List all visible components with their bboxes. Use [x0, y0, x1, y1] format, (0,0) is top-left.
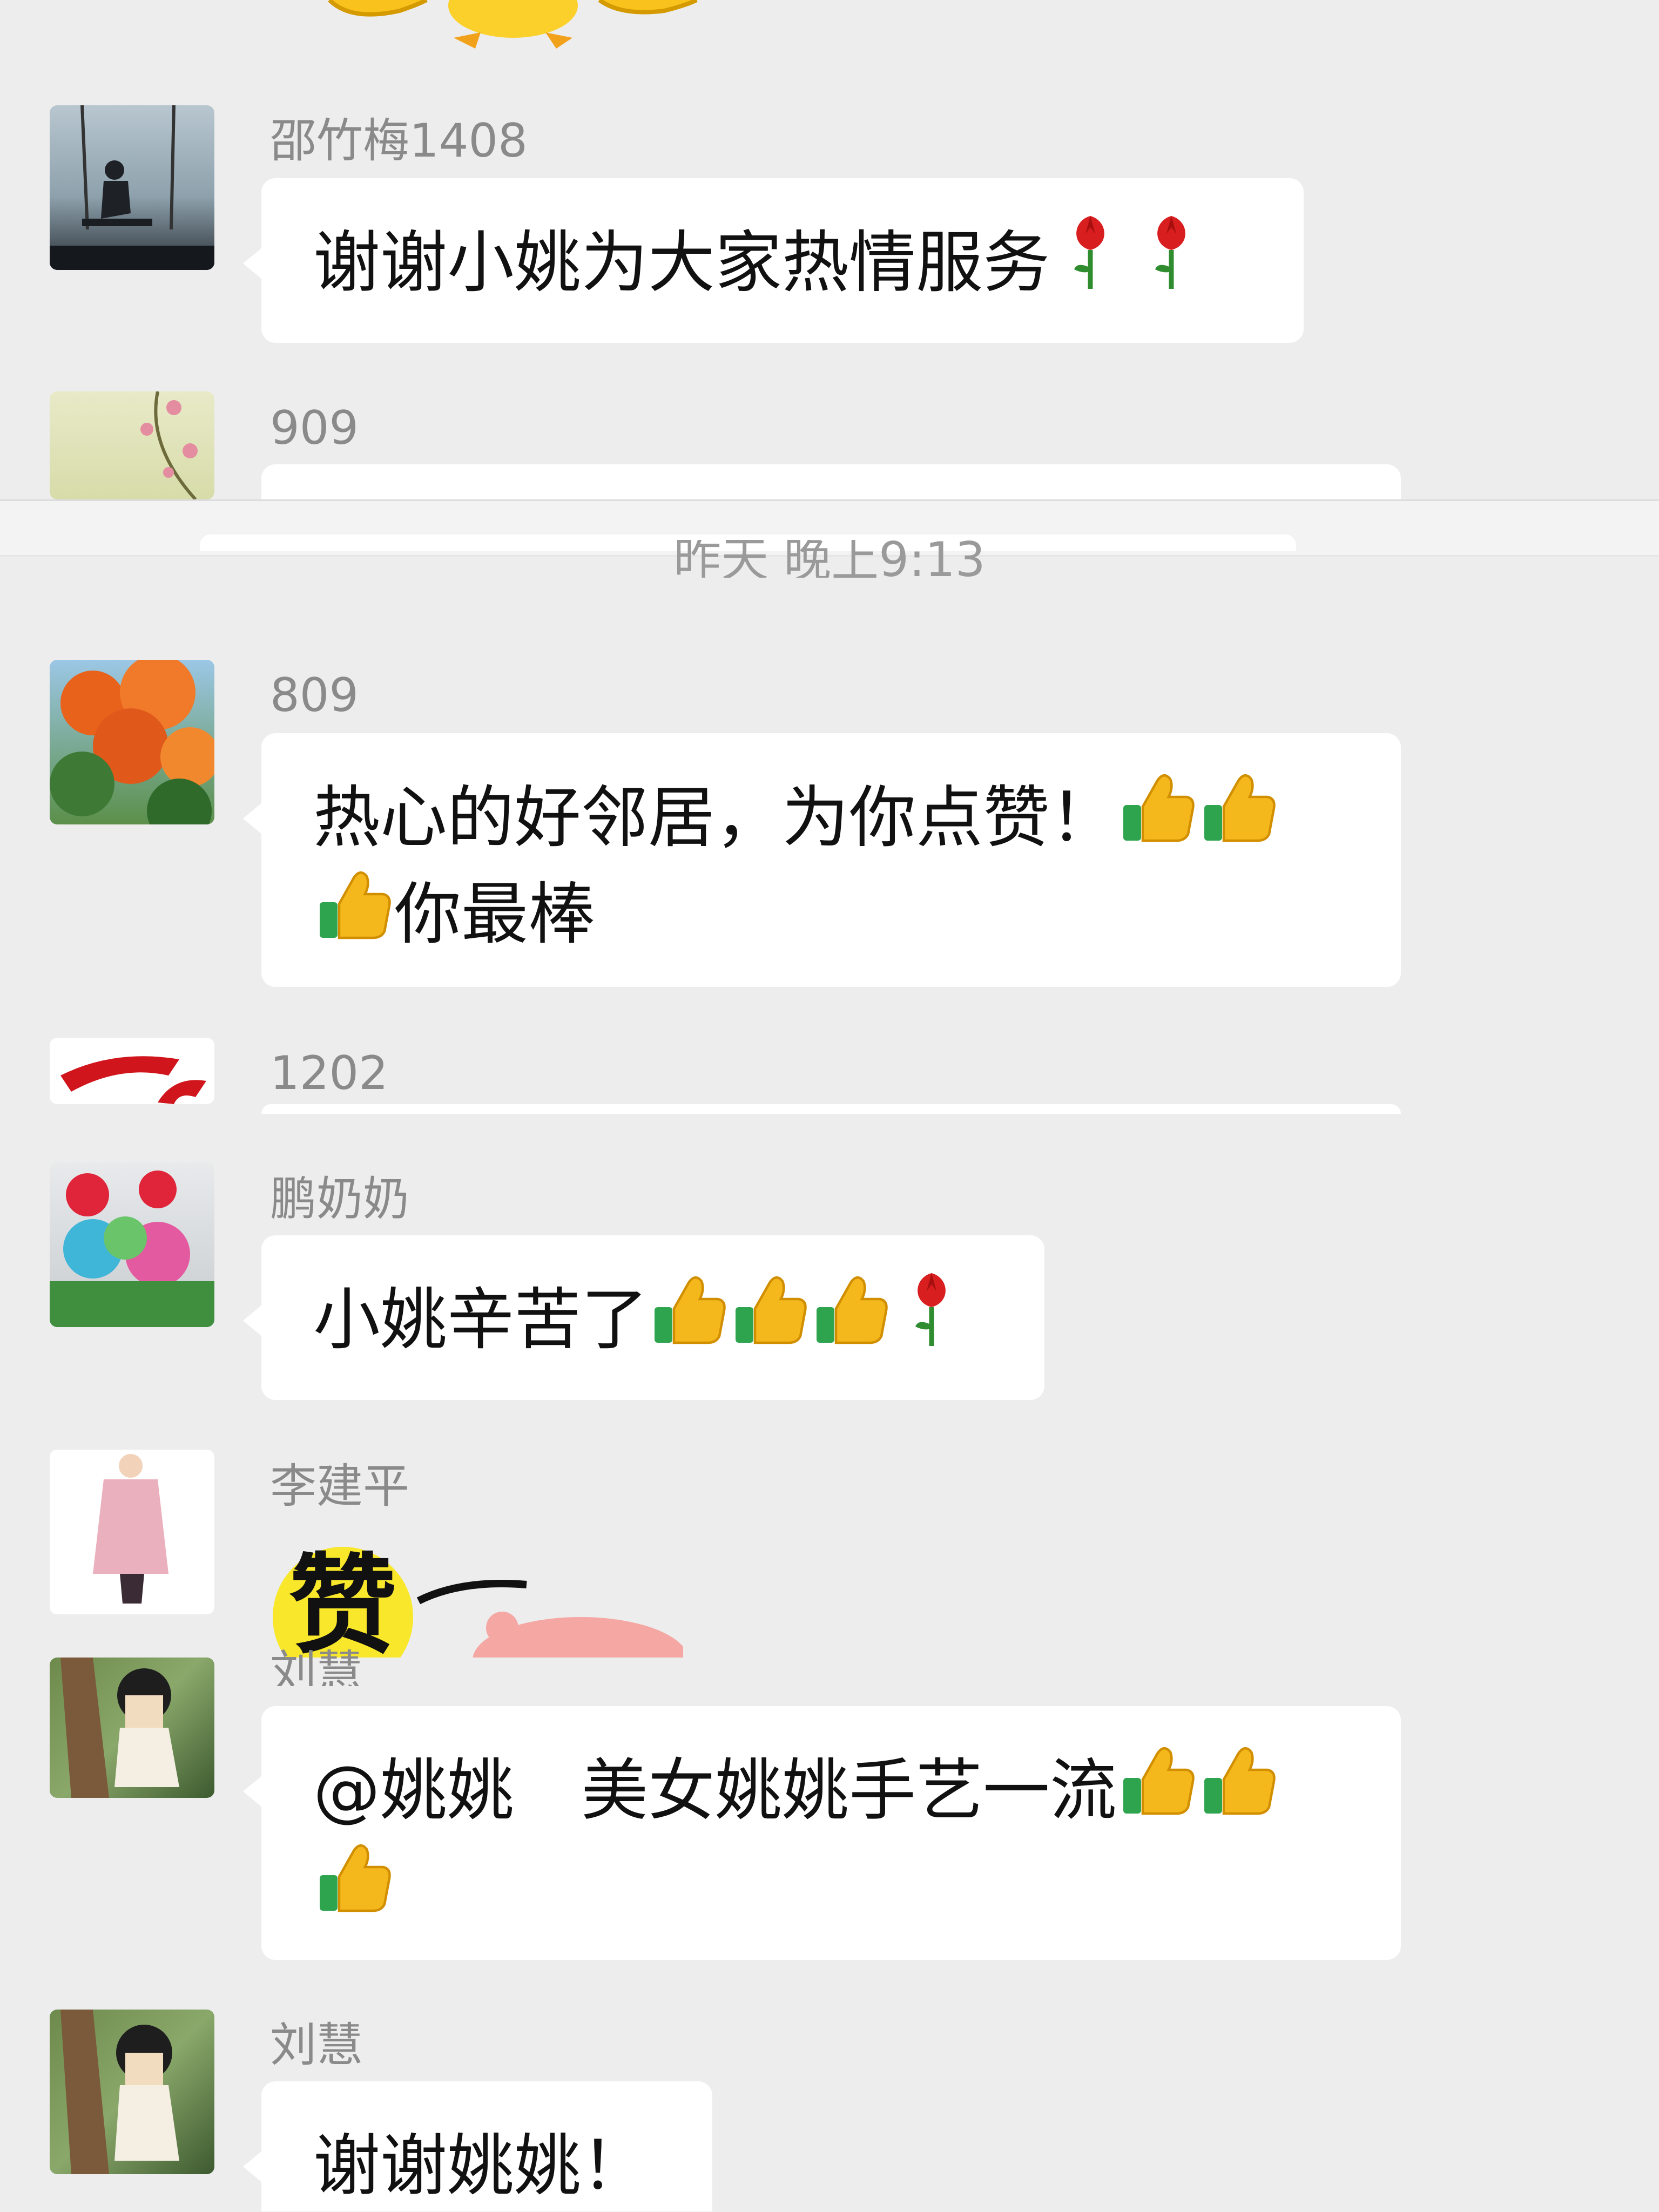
message-bubble[interactable]: [261, 1104, 1401, 1114]
message-bubble[interactable]: 小姚辛苦了: [243, 1235, 1044, 1400]
sender-name: 刘慧: [270, 2018, 363, 2072]
thumbs-up-icon: [648, 1267, 729, 1371]
rose-icon: [1131, 209, 1212, 314]
thumbs-up-icon: [1117, 1737, 1198, 1842]
avatar[interactable]: [50, 105, 214, 270]
message-text: 小姚辛苦了: [313, 1281, 649, 1359]
avatar[interactable]: [50, 1658, 214, 1798]
message-text: @姚姚 美女姚姚手艺一流: [313, 1752, 1117, 1830]
rose-icon: [1050, 209, 1131, 314]
message-bubble[interactable]: 谢谢姚姚！: [243, 2081, 712, 2211]
sender-name: 鹏奶奶: [270, 1172, 409, 1226]
avatar[interactable]: [50, 2010, 214, 2174]
thumbs-up-icon: [1198, 765, 1279, 869]
sender-name: 刘慧: [270, 1649, 363, 1686]
sender-name: 邵竹梅1408: [270, 114, 528, 168]
thumbs-up-icon: [313, 862, 394, 966]
sender-name: 李建平: [270, 1459, 409, 1513]
praise-sticker[interactable]: 赞: [273, 1547, 683, 1658]
message-bubble[interactable]: 谢谢小姚为大家热情服务: [243, 178, 1304, 343]
sticker-text: 赞: [289, 1547, 397, 1658]
sender-name: 1202: [270, 1046, 388, 1100]
thumbs-up-icon: [810, 1267, 891, 1371]
avatar[interactable]: [50, 1450, 214, 1614]
thumbs-up-icon: [1198, 1737, 1279, 1842]
message-text: 谢谢小姚为大家热情服务: [313, 224, 1050, 302]
message-bubble[interactable]: 热心的好邻居，为你点赞！ 你最棒: [243, 733, 1401, 987]
chick-sticker: [328, 0, 698, 49]
thumbs-up-icon: [729, 1267, 810, 1371]
message-text: 热心的好邻居，为你点赞！: [313, 779, 1117, 857]
avatar[interactable]: [50, 660, 214, 824]
avatar[interactable]: [50, 1162, 214, 1327]
timestamp: 昨天 晚上9:13: [673, 540, 986, 578]
message-text: 谢谢姚姚！: [313, 2127, 649, 2205]
avatar[interactable]: [50, 391, 214, 499]
avatar[interactable]: [50, 1038, 214, 1104]
message-bubble[interactable]: @姚姚 美女姚姚手艺一流: [243, 1706, 1401, 1960]
message-bubble[interactable]: [261, 464, 1401, 499]
thumbs-up-icon: [1117, 765, 1198, 869]
message-text: 你最棒: [394, 876, 596, 954]
rose-icon: [891, 1267, 972, 1371]
sender-name: 909: [270, 401, 359, 455]
thumbs-up-icon: [313, 1835, 394, 1939]
sender-name: 809: [270, 668, 359, 722]
